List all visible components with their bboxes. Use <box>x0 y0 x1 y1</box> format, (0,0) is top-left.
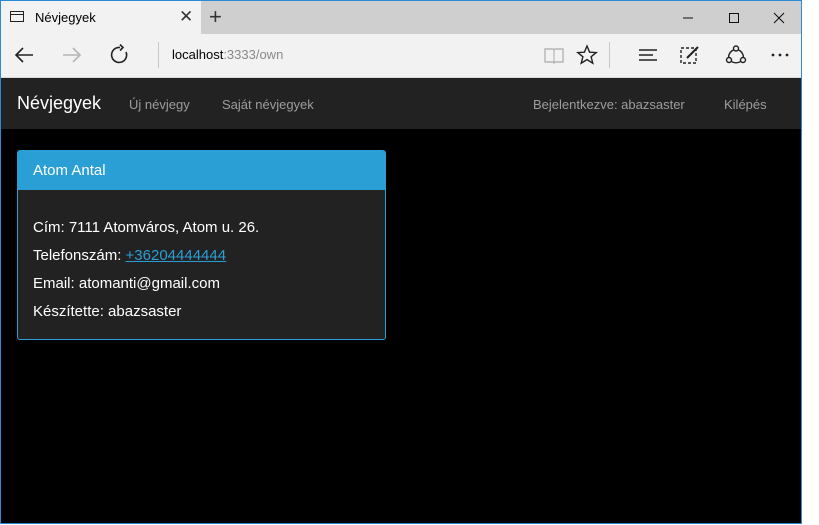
creator-row: Készítette: abazsaster <box>33 298 259 326</box>
toolbar-divider <box>609 42 610 68</box>
nav-logout[interactable]: Kilépés <box>724 97 767 112</box>
new-tab-icon[interactable]: + <box>209 5 222 29</box>
maximize-button[interactable] <box>711 1 757 34</box>
reading-view-button[interactable] <box>543 44 565 66</box>
web-note-icon <box>680 46 699 64</box>
creator-value: abazsaster <box>108 303 182 320</box>
more-button[interactable] <box>769 44 791 66</box>
card-title: Atom Antal <box>33 162 106 179</box>
address-bar[interactable]: localhost:3333/own <box>172 47 283 62</box>
refresh-icon <box>110 44 128 64</box>
contact-card: Atom Antal Cím: 7111 Atomváros, Atom u. … <box>17 150 386 340</box>
email-label: Email: <box>33 275 75 292</box>
back-button[interactable] <box>13 44 35 66</box>
creator-label: Készítette: <box>33 303 104 320</box>
favorites-button[interactable] <box>576 44 598 66</box>
nav-new-contact[interactable]: Új névjegy <box>129 97 190 112</box>
more-icon <box>771 53 789 57</box>
address-host: localhost <box>172 47 224 62</box>
site-navbar: Névjegyek Új névjegy Saját névjegyek Bej… <box>1 78 801 129</box>
brand-link[interactable]: Névjegyek <box>17 93 101 114</box>
browser-window: Névjegyek ✕ + localhost:3333/own Névjegy… <box>0 0 802 524</box>
email-value: atomanti@gmail.com <box>78 275 220 292</box>
logged-in-user[interactable]: Bejelentkezve: abazsaster <box>533 97 685 112</box>
address-value: 7111 Atomváros, Atom u. 26. <box>68 219 260 236</box>
address-label: Cím: <box>33 219 65 236</box>
refresh-button[interactable] <box>109 44 131 66</box>
address-path: :3333/own <box>223 47 284 62</box>
close-window-button[interactable] <box>756 1 801 34</box>
phone-label: Telefonszám: <box>33 247 122 264</box>
share-icon <box>725 45 747 64</box>
close-tab-icon[interactable]: ✕ <box>179 7 193 27</box>
card-body: Cím: 7111 Atomváros, Atom u. 26. Telefon… <box>33 214 259 326</box>
page-icon <box>10 11 24 22</box>
phone-row: Telefonszám: +36204444444 <box>33 242 259 270</box>
hub-button[interactable] <box>637 44 659 66</box>
tab-title: Névjegyek <box>35 10 96 25</box>
browser-toolbar: localhost:3333/own <box>1 34 801 78</box>
minimize-icon <box>683 17 693 18</box>
web-note-button[interactable] <box>679 44 701 66</box>
forward-button[interactable] <box>61 44 83 66</box>
minimize-button[interactable] <box>665 1 711 34</box>
close-icon <box>773 12 785 23</box>
email-row: Email: atomanti@gmail.com <box>33 270 259 298</box>
star-icon <box>576 44 598 65</box>
maximize-icon <box>729 12 739 23</box>
forward-arrow-icon <box>63 47 82 63</box>
browser-tab[interactable]: Névjegyek ✕ <box>1 1 201 34</box>
back-arrow-icon <box>14 47 33 63</box>
hub-icon <box>639 49 657 61</box>
share-button[interactable] <box>725 44 747 66</box>
title-bar: Névjegyek ✕ + <box>1 1 801 34</box>
phone-link[interactable]: +36204444444 <box>126 247 227 264</box>
address-row: Cím: 7111 Atomváros, Atom u. 26. <box>33 214 259 242</box>
nav-own-contacts[interactable]: Saját névjegyek <box>222 97 314 112</box>
toolbar-divider <box>158 42 159 68</box>
book-icon <box>544 48 564 64</box>
